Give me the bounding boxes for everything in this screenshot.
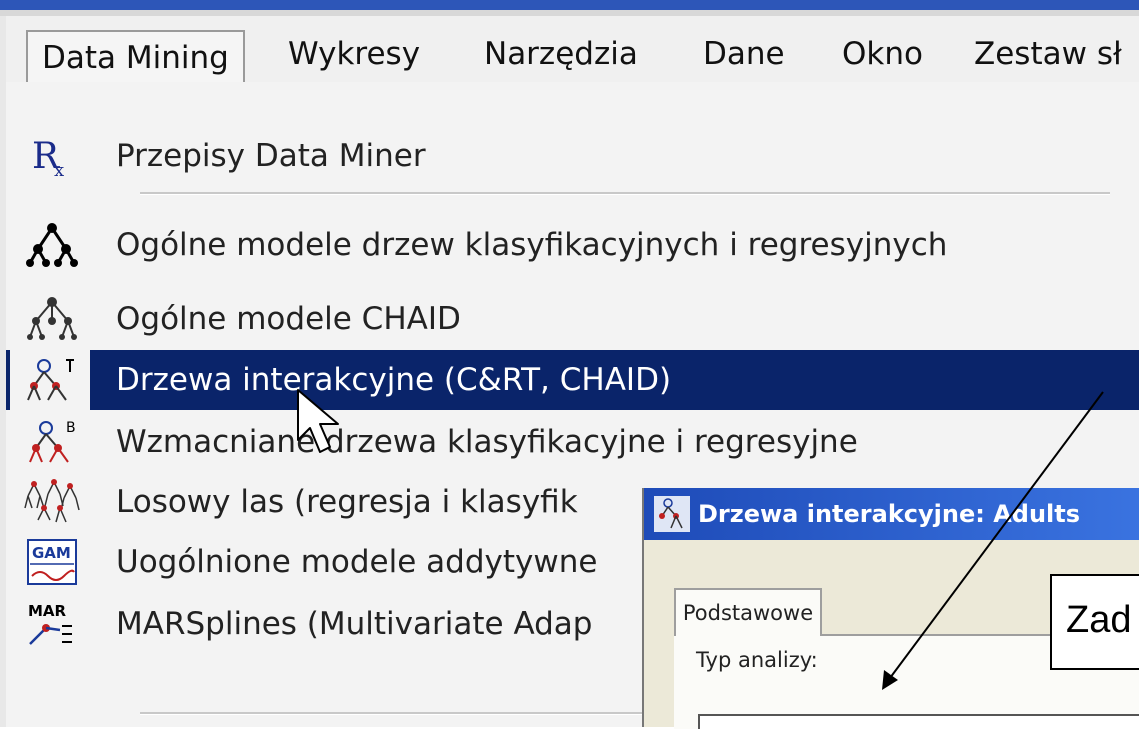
mouse-cursor-icon [297,389,339,453]
annotation-arrow [882,391,1104,690]
annotation-overlay [297,389,1104,690]
